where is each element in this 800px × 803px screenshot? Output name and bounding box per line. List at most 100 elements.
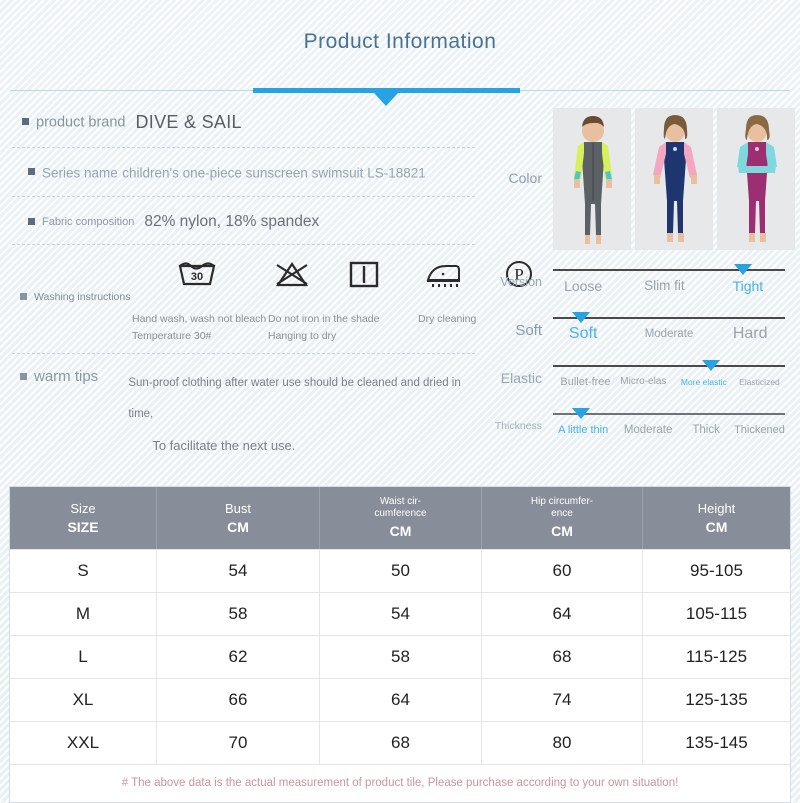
table-cell: 105-115 [685,604,748,623]
attribute-sliders: Version Loose Slim fit Tight Soft Soft Moderat… [487,250,800,450]
header-unit: CM [227,518,249,535]
thickness-tick[interactable]: A little thin [558,424,608,436]
spec-series: Series name children's one-piece sunscre… [10,148,477,196]
washing-caption-hand-wash: Hand wash, wash not bleach [132,313,267,326]
table-cell: 62 [157,636,320,678]
thickness-tick[interactable]: Thick [692,424,719,436]
color-swatch-grey-yellow[interactable] [553,108,631,250]
soft-tick[interactable]: Moderate [645,328,694,340]
attributes-column: Color Version Loose Slim fit Tight Soft … [487,100,800,480]
version-marker-icon[interactable] [734,264,753,275]
spec-washing-label: Washing instructions [34,291,131,304]
attribute-thickness: Thickness A little thin Moderate Thick Thick… [487,402,800,450]
washing-item-no-bleach [260,257,324,291]
spec-series-label: Series name [42,165,118,181]
attribute-version: Version Loose Slim fit Tight [487,258,800,306]
elastic-tick[interactable]: Micro-elas [620,376,678,388]
elastic-tick[interactable]: Bullet-free [560,376,610,388]
attribute-soft: Soft Soft Moderate Hard [487,306,800,354]
warm-tips-line1: Sun-proof clothing after water use shoul… [128,377,461,421]
size-table-body: S 54 50 60 95-105 M 58 54 64 105-115 L 62 58 68 115-12… [10,549,790,764]
version-slider[interactable]: Loose Slim fit Tight [553,258,785,306]
color-swatch-magenta-cyan[interactable] [717,108,795,250]
thickness-marker-icon[interactable] [571,408,590,419]
soft-tick[interactable]: Hard [733,326,768,342]
table-cell: 74 [482,679,643,721]
table-cell: 70 [157,722,320,764]
page-title: Product Information [303,30,497,53]
table-cell: 60 [482,550,643,592]
specs-column: product brand DIVE & SAIL Series name chi… [0,100,533,480]
table-cell: 58 [157,593,320,635]
thickness-tick[interactable]: Moderate [624,424,673,436]
elastic-slider[interactable]: Bullet-free Micro-elas More elastic Elastic… [553,354,785,402]
spec-warm-tips: warm tips Sun-proof clothing after water… [10,354,477,461]
spec-fabric-label: Fabric composition [42,216,135,228]
table-cell: 125-135 [685,690,748,709]
thickness-slider[interactable]: A little thin Moderate Thick Thickened [553,402,785,450]
bullet-icon [20,372,27,380]
table-cell: 50 [320,550,482,592]
soft-slider[interactable]: Soft Moderate Hard [553,306,785,354]
warm-tips-body: Sun-proof clothing after water use shoul… [128,368,477,461]
warm-tips-label: warm tips [34,368,99,386]
spec-series-value: children's one-piece sunscreen swimsuit … [122,165,426,181]
table-cell: 68 [482,636,643,678]
version-tick[interactable]: Loose [564,279,602,293]
elastic-marker-icon[interactable] [701,360,720,371]
header-title: Hip circumfer-ence [530,496,594,519]
spec-washing: Washing instructions 30 P [10,245,533,313]
soft-label: Soft [515,321,542,339]
warm-tips-label-wrap: warm tips [20,368,128,461]
table-cell: L [10,636,157,678]
washing-caption-temperature: Temperature 30# [132,330,212,343]
table-row: S 54 50 60 95-105 [10,549,790,592]
spec-washing-label-wrap: Washing instructions [20,257,130,303]
soft-marker-icon[interactable] [571,312,590,323]
table-cell: 68 [320,722,482,764]
size-table-header-cell: Size SIZE [10,487,157,549]
thickness-label: Thickness [494,420,542,432]
version-tick[interactable]: Tight [733,279,764,293]
header-unit: CM [705,518,728,535]
iron-icon [404,257,482,291]
color-label: Color [508,170,542,186]
table-row: XL 66 64 74 125-135 [10,678,790,721]
size-table-header-row: Size SIZE Bust CM Waist cir-cumference CM Hip … [10,487,790,549]
spec-brand: product brand DIVE & SAIL [10,100,477,147]
color-swatch-navy-pink[interactable] [635,108,713,250]
elastic-tick[interactable]: Elasticized [739,376,780,388]
size-table: Size SIZE Bust CM Waist cir-cumference CM Hip … [9,486,791,803]
bullet-icon [22,118,29,125]
elastic-track [553,365,785,367]
version-tick[interactable]: Slim fit [644,279,685,293]
svg-text:30: 30 [191,271,203,283]
washing-item-iron [404,257,482,291]
size-table-header-cell: Waist cir-cumference CM [320,487,482,549]
table-row: L 62 58 68 115-125 [10,635,790,678]
table-cell: 115-125 [685,647,748,666]
header-title: Bust [224,500,251,516]
product-details: product brand DIVE & SAIL Series name chi… [0,100,800,480]
size-table-header-cell: Bust CM [157,487,320,549]
table-cell: 64 [482,593,643,635]
washing-captions: Hand wash, wash not bleach Temperature 3… [10,311,477,347]
table-cell: 66 [157,679,320,721]
washing-caption-hanging-dry: Hanging to dry [268,330,337,343]
elastic-tick[interactable]: More elastic [681,376,727,388]
size-table-note: # The above data is the actual measureme… [10,764,790,802]
page-header: Product Information [0,0,800,106]
color-swatch-list [553,106,795,250]
spec-fabric: Fabric composition 82% nylon, 18% spandex [10,197,477,244]
thickness-tick[interactable]: Thickened [734,424,785,436]
table-cell: XL [10,679,157,721]
no-bleach-icon [260,257,324,291]
elastic-label: Elastic [500,370,542,386]
table-row: XXL 70 68 80 135-145 [10,721,790,764]
hang-to-dry-icon [324,257,404,291]
header-unit: SIZE [67,518,99,535]
header-title: Waist cir-cumference [374,496,427,519]
spec-brand-label: product brand [36,114,126,131]
header-unit: CM [551,523,573,539]
soft-tick[interactable]: Soft [569,326,597,342]
